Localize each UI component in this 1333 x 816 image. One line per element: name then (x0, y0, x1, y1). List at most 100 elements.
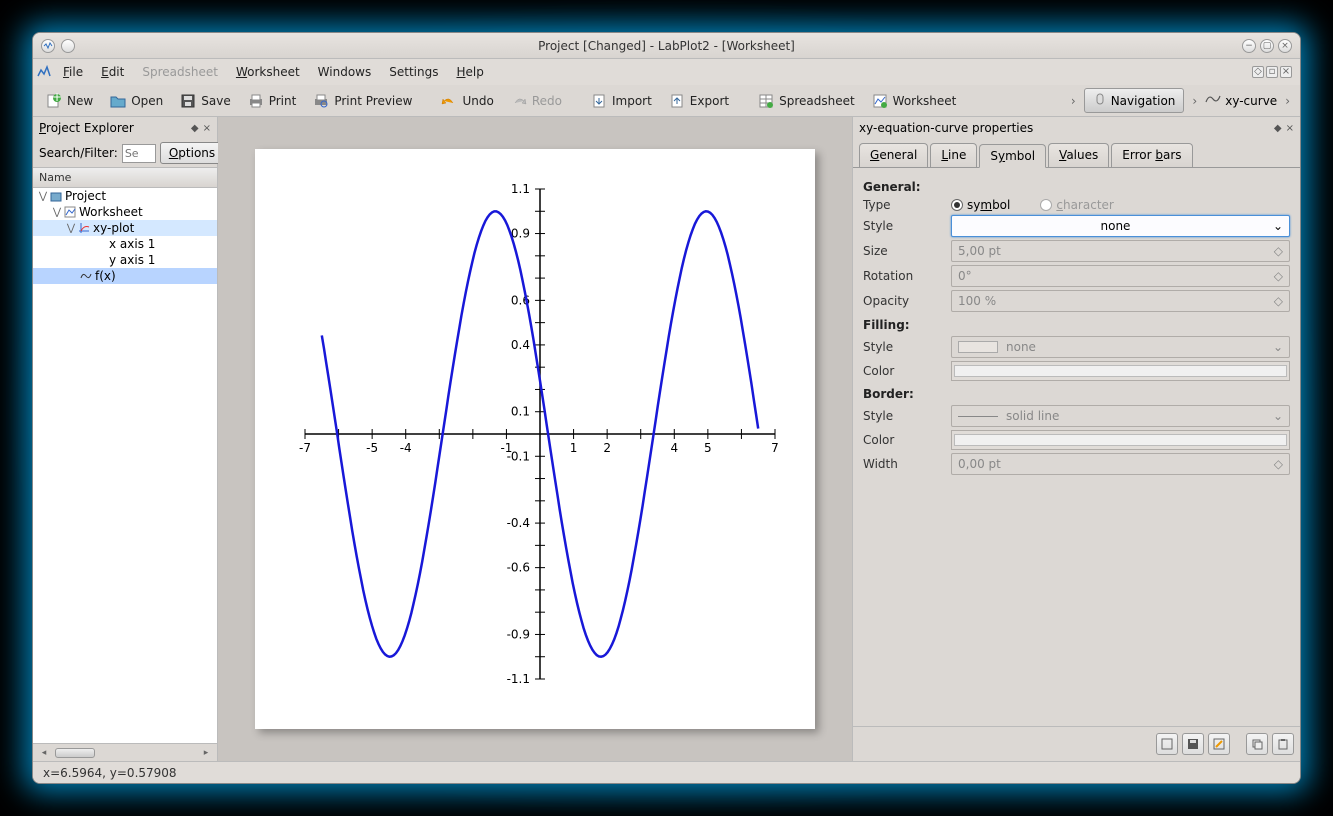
footer-copy-btn[interactable] (1246, 733, 1268, 755)
svg-text:-0.6: -0.6 (507, 561, 530, 575)
options-button[interactable]: Options (160, 142, 224, 164)
new-icon: + (45, 92, 63, 110)
tab-symbol[interactable]: Symbol (979, 144, 1046, 168)
svg-text:-0.9: -0.9 (507, 627, 530, 641)
minimize-button[interactable]: − (1242, 39, 1256, 53)
footer-save-btn[interactable] (1182, 733, 1204, 755)
tab-general[interactable]: General (859, 143, 928, 167)
fill-color-label: Color (863, 364, 943, 378)
save-button[interactable]: Save (173, 89, 236, 113)
menu-worksheet[interactable]: Worksheet (228, 61, 308, 83)
chevron-down-icon: ⌄ (1273, 219, 1283, 233)
menu-edit[interactable]: Edit (93, 61, 132, 83)
svg-text:-0.4: -0.4 (507, 516, 530, 530)
search-label: Search/Filter: (39, 146, 118, 160)
tab-values[interactable]: Values (1048, 143, 1109, 167)
spreadsheet-button[interactable]: Spreadsheet (751, 89, 861, 113)
svg-text:5: 5 (704, 441, 712, 455)
worksheet-icon (871, 92, 889, 110)
app-icon (41, 39, 55, 53)
search-input[interactable] (122, 144, 156, 163)
tree-item-yaxis[interactable]: y axis 1 (33, 252, 217, 268)
svg-text:1: 1 (570, 441, 578, 455)
project-tree[interactable]: ⋁Project ⋁Worksheet ⋁xy-plot x axis 1 y … (33, 188, 217, 743)
type-character-radio[interactable]: character (1040, 198, 1113, 212)
tree-item-worksheet[interactable]: ⋁Worksheet (33, 204, 217, 220)
chart-svg: -7-5-4-112457-1.1-0.9-0.6-0.4-0.10.10.40… (255, 149, 815, 729)
tree-item-project[interactable]: ⋁Project (33, 188, 217, 204)
export-button[interactable]: Export (662, 89, 735, 113)
opacity-spin: 100 %◇ (951, 290, 1290, 312)
props-close-icon[interactable]: × (1286, 123, 1294, 134)
type-label: Type (863, 198, 943, 212)
chevron-right-icon[interactable]: › (1067, 94, 1080, 108)
svg-text:-4: -4 (400, 441, 412, 455)
tree-item-xyplot[interactable]: ⋁xy-plot (33, 220, 217, 236)
tree-column-header[interactable]: Name (33, 167, 217, 188)
border-style-combo: solid line⌄ (951, 405, 1290, 427)
mdi-minimize[interactable]: ◇ (1252, 66, 1264, 78)
props-detach-icon[interactable]: ◆ (1274, 123, 1282, 134)
window-title: Project [Changed] - LabPlot2 - [Workshee… (538, 39, 795, 53)
preview-icon (312, 92, 330, 110)
print-button[interactable]: Print (241, 89, 303, 113)
tab-errorbars[interactable]: Error bars (1111, 143, 1192, 167)
svg-text:1.1: 1.1 (511, 182, 530, 196)
close-button[interactable]: × (1278, 39, 1292, 53)
panel-detach-icon[interactable]: ◆ (191, 123, 199, 134)
svg-text:+: + (52, 93, 62, 104)
fill-color-swatch (951, 361, 1290, 381)
mdi-close[interactable]: × (1280, 66, 1292, 78)
menu-help[interactable]: Help (448, 61, 491, 83)
tab-line[interactable]: Line (930, 143, 977, 167)
section-border: Border: (863, 387, 1290, 401)
svg-text:-7: -7 (299, 441, 311, 455)
undo-button[interactable]: Undo (434, 89, 499, 113)
mdi-restore[interactable]: ▫ (1266, 66, 1278, 78)
explorer-scrollbar[interactable]: ◂▸ (33, 743, 217, 761)
menu-settings[interactable]: Settings (381, 61, 446, 83)
maximize-button[interactable]: ▢ (1260, 39, 1274, 53)
mouse-icon (1093, 92, 1107, 109)
xycurve-label[interactable]: xy-curve (1225, 94, 1277, 108)
import-icon (590, 92, 608, 110)
open-icon (109, 92, 127, 110)
type-symbol-radio[interactable]: symbol (951, 198, 1010, 212)
worksheet-button[interactable]: Worksheet (865, 89, 963, 113)
navigation-button[interactable]: Navigation (1084, 88, 1185, 113)
svg-text:4: 4 (670, 441, 678, 455)
redo-button: Redo (504, 89, 568, 113)
plot-area[interactable]: -7-5-4-112457-1.1-0.9-0.6-0.4-0.10.10.40… (255, 149, 815, 729)
footer-btn-1[interactable] (1156, 733, 1178, 755)
new-button[interactable]: +New (39, 89, 99, 113)
opacity-label: Opacity (863, 294, 943, 308)
svg-text:-1.1: -1.1 (507, 672, 530, 686)
worksheet-canvas[interactable]: -7-5-4-112457-1.1-0.9-0.6-0.4-0.10.10.40… (218, 117, 852, 761)
size-spin: 5,00 pt◇ (951, 240, 1290, 262)
chevron-right-icon-3[interactable]: › (1281, 94, 1294, 108)
style-combo[interactable]: none⌄ (951, 215, 1290, 237)
open-button[interactable]: Open (103, 89, 169, 113)
svg-text:-0.1: -0.1 (507, 449, 530, 463)
svg-text:2: 2 (603, 441, 611, 455)
app-menu-button[interactable] (61, 39, 75, 53)
tree-item-fx[interactable]: f(x) (33, 268, 217, 284)
rotation-spin: 0°◇ (951, 265, 1290, 287)
footer-paste-btn[interactable] (1272, 733, 1294, 755)
panel-close-icon[interactable]: × (203, 123, 211, 134)
border-style-label: Style (863, 409, 943, 423)
statusbar: x=6.5964, y=0.57908 (33, 761, 1300, 783)
size-label: Size (863, 244, 943, 258)
print-preview-button[interactable]: Print Preview (306, 89, 418, 113)
chevron-right-icon-2[interactable]: › (1188, 94, 1201, 108)
fill-style-combo: none⌄ (951, 336, 1290, 358)
spreadsheet-icon (757, 92, 775, 110)
menu-windows[interactable]: Windows (310, 61, 380, 83)
import-button[interactable]: Import (584, 89, 658, 113)
tree-item-xaxis[interactable]: x axis 1 (33, 236, 217, 252)
footer-edit-btn[interactable] (1208, 733, 1230, 755)
explorer-title: Project Explorer (39, 121, 134, 135)
width-label: Width (863, 457, 943, 471)
section-filling: Filling: (863, 318, 1290, 332)
menu-file[interactable]: File (55, 61, 91, 83)
